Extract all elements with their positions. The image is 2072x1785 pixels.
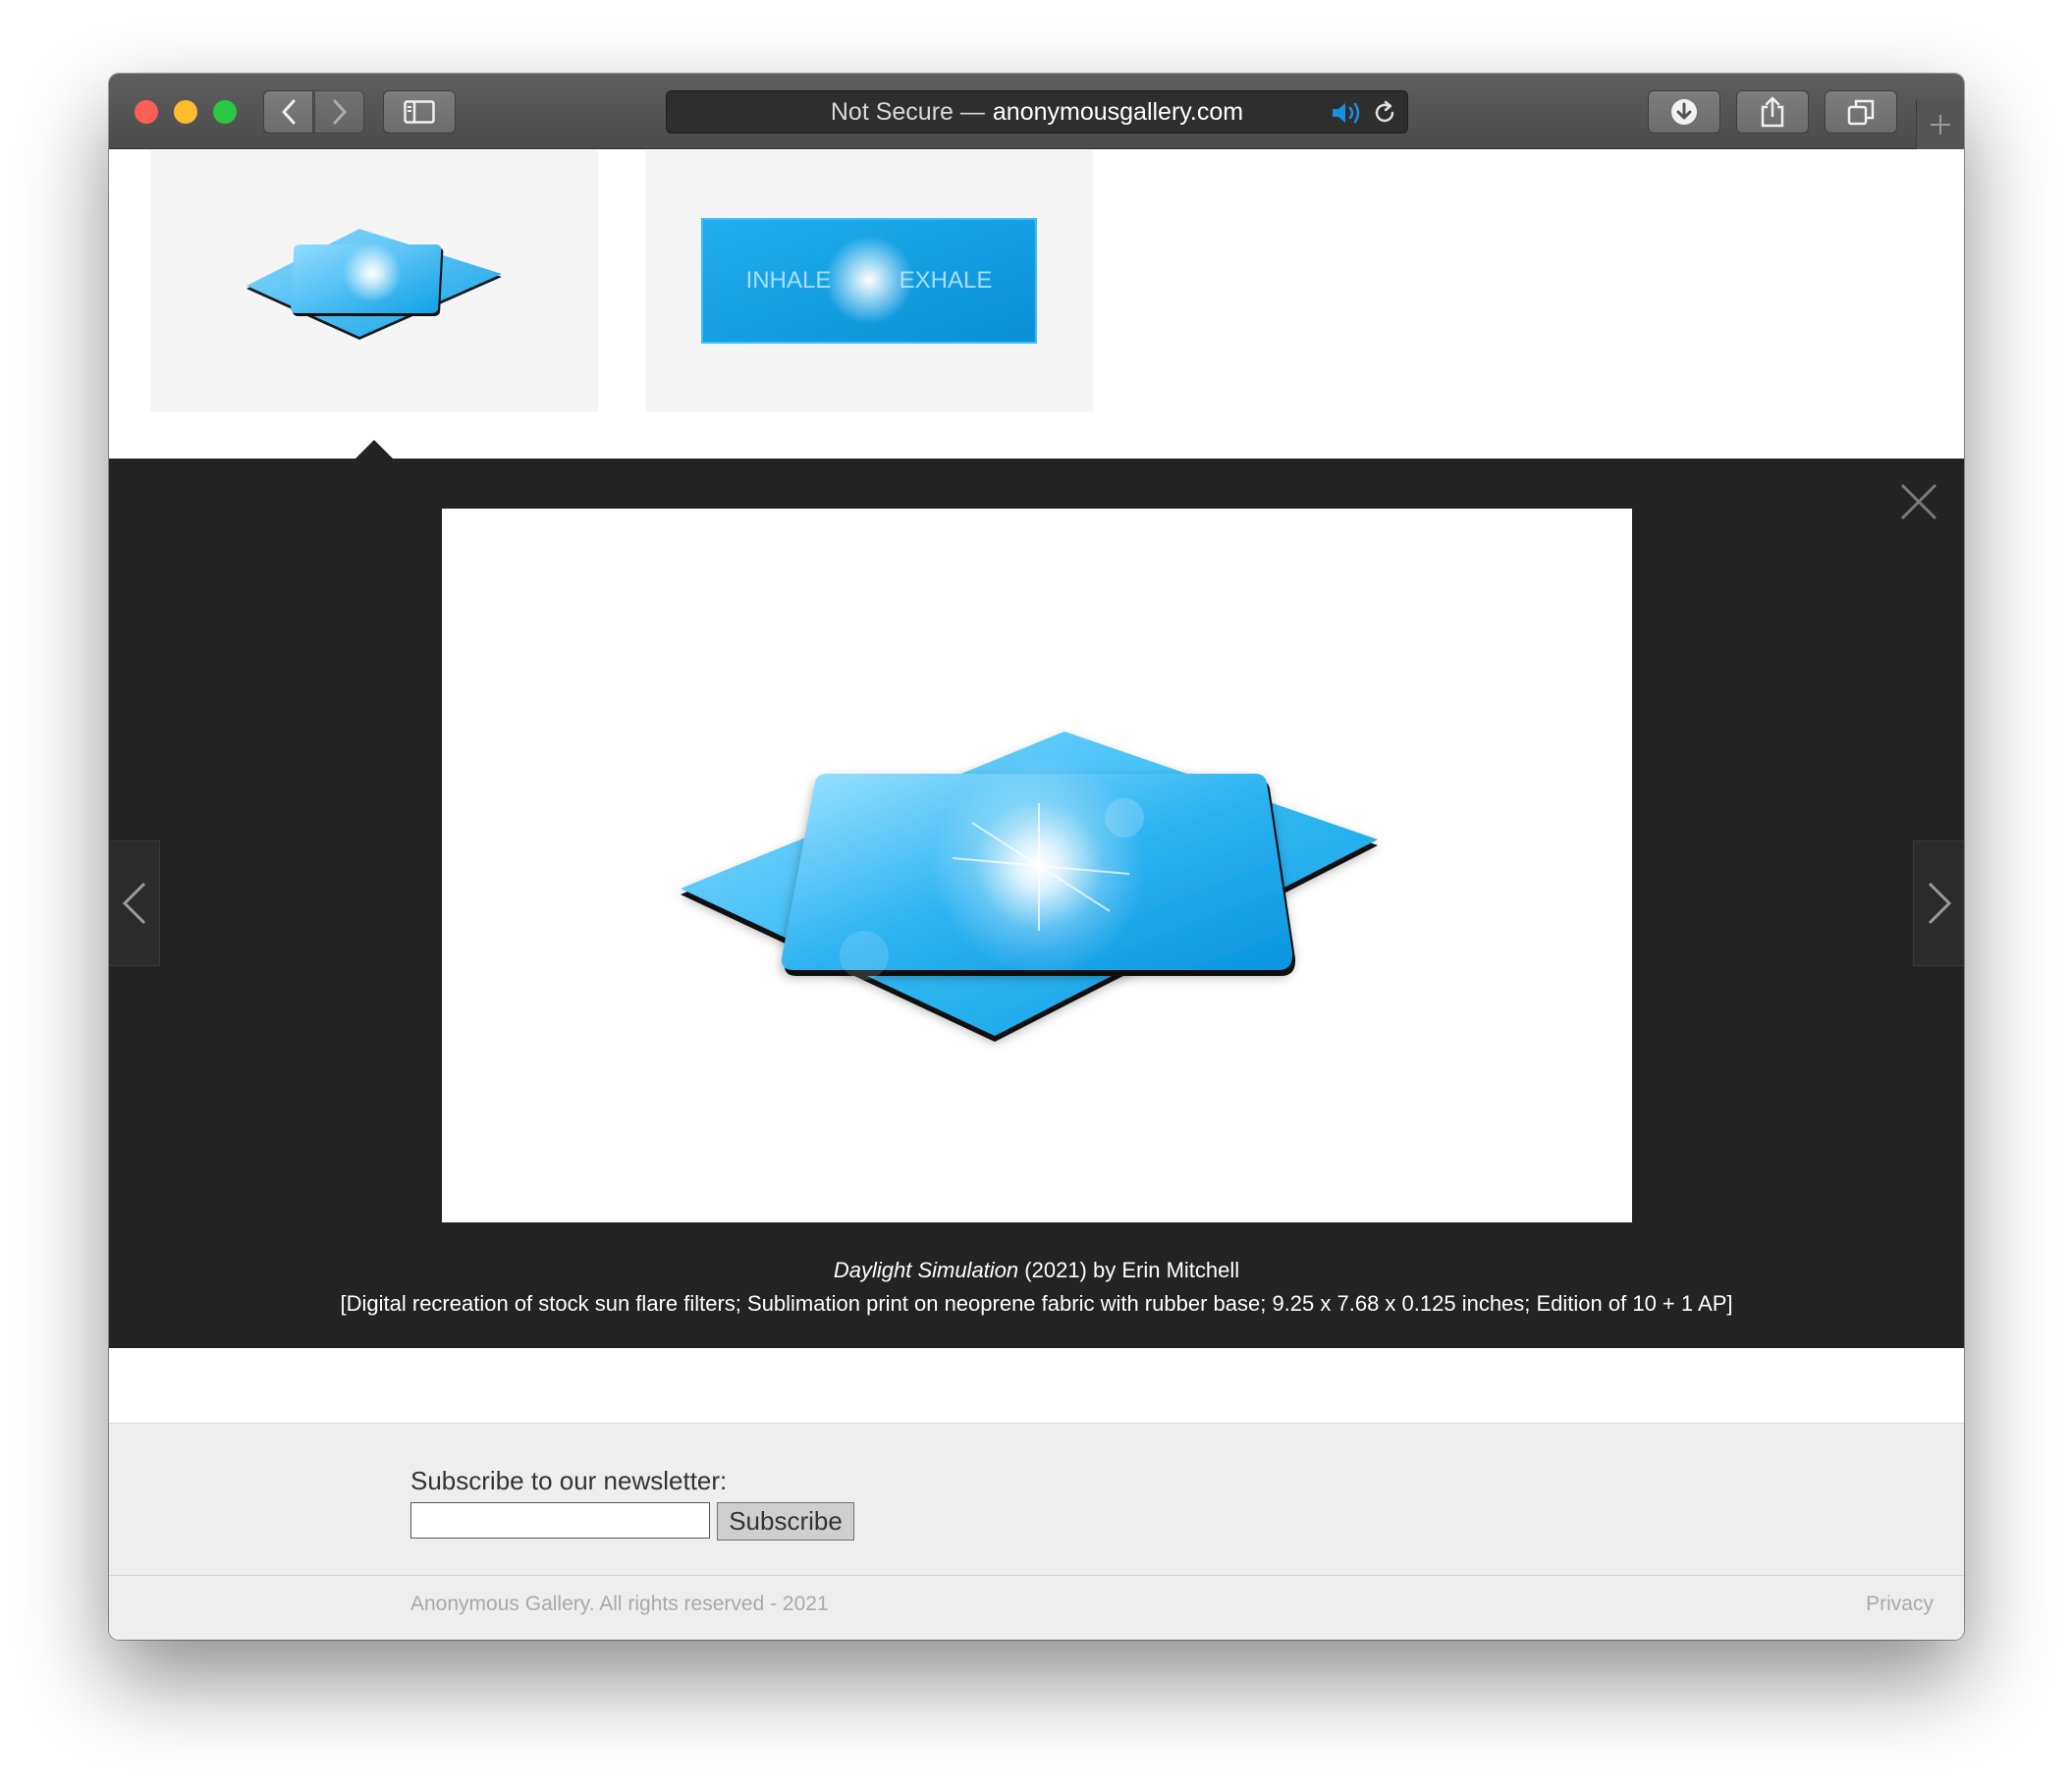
gallery-thumbnail-banner[interactable]: INHALE EXHALE <box>645 150 1093 411</box>
close-icon[interactable] <box>1899 482 1938 521</box>
footer-divider <box>109 1575 1964 1576</box>
lightbox-viewer: Daylight Simulation (2021) by Erin Mitch… <box>109 459 1964 1348</box>
site-footer: Subscribe to our newsletter: Subscribe A… <box>109 1423 1964 1640</box>
gallery-thumbnail-mousepad[interactable] <box>150 150 598 411</box>
chevron-left-icon <box>122 882 145 925</box>
page-content: INHALE EXHALE Daylight Simulation (2021)… <box>109 150 1964 1640</box>
forward-button[interactable] <box>314 90 364 134</box>
copyright-text: Anonymous Gallery. All rights reserved -… <box>410 1593 829 1615</box>
previous-image-button[interactable] <box>109 840 160 966</box>
privacy-link[interactable]: Privacy <box>1866 1593 1934 1616</box>
active-thumbnail-pointer <box>355 440 393 459</box>
newsletter-email-input[interactable] <box>410 1502 710 1539</box>
url-domain: anonymousgallery.com <box>992 97 1244 126</box>
address-bar[interactable]: Not Secure — anonymousgallery.com <box>666 90 1408 134</box>
downloads-button[interactable] <box>1648 90 1720 134</box>
new-tab-button[interactable] <box>1916 100 1964 149</box>
next-image-button[interactable] <box>1913 840 1964 966</box>
tabs-icon <box>1847 99 1875 126</box>
subscribe-button[interactable]: Subscribe <box>717 1502 854 1541</box>
audio-icon[interactable] <box>1331 100 1364 126</box>
zoom-window-button[interactable] <box>213 100 237 124</box>
close-window-button[interactable] <box>135 100 158 124</box>
minimize-window-button[interactable] <box>174 100 197 124</box>
banner-text-right: EXHALE <box>900 267 993 294</box>
show-all-tabs-button[interactable] <box>1825 90 1897 134</box>
browser-window: Not Secure — anonymousgallery.com INHALE… <box>109 74 1964 1640</box>
sidebar-toggle-button[interactable] <box>383 90 456 134</box>
sidebar-icon <box>404 100 435 124</box>
main-artwork-image <box>442 509 1632 1222</box>
plus-icon <box>1931 115 1950 135</box>
caption-title-line: Daylight Simulation (2021) by Erin Mitch… <box>109 1254 1964 1287</box>
security-status: Not Secure — <box>830 97 985 126</box>
artwork-details: [Digital recreation of stock sun flare f… <box>340 1291 1733 1316</box>
banner-text-left: INHALE <box>746 267 832 294</box>
forward-icon <box>333 99 346 125</box>
share-icon <box>1761 96 1784 128</box>
chevron-right-icon <box>1928 882 1951 925</box>
banner-thumbnail-image: INHALE EXHALE <box>701 218 1037 344</box>
mousepad-artwork <box>681 731 1378 1042</box>
reload-icon[interactable] <box>1372 100 1397 126</box>
mousepad-thumbnail-image <box>246 229 502 340</box>
title-bar: Not Secure — anonymousgallery.com <box>109 74 1964 149</box>
share-button[interactable] <box>1736 90 1809 134</box>
back-button[interactable] <box>263 90 313 134</box>
artwork-title: Daylight Simulation <box>833 1258 1019 1282</box>
artwork-year-artist: (2021) by Erin Mitchell <box>1024 1258 1240 1282</box>
back-icon <box>282 99 295 125</box>
download-icon <box>1671 99 1697 125</box>
artwork-caption: Daylight Simulation (2021) by Erin Mitch… <box>109 1254 1964 1321</box>
newsletter-label: Subscribe to our newsletter: <box>410 1466 728 1495</box>
